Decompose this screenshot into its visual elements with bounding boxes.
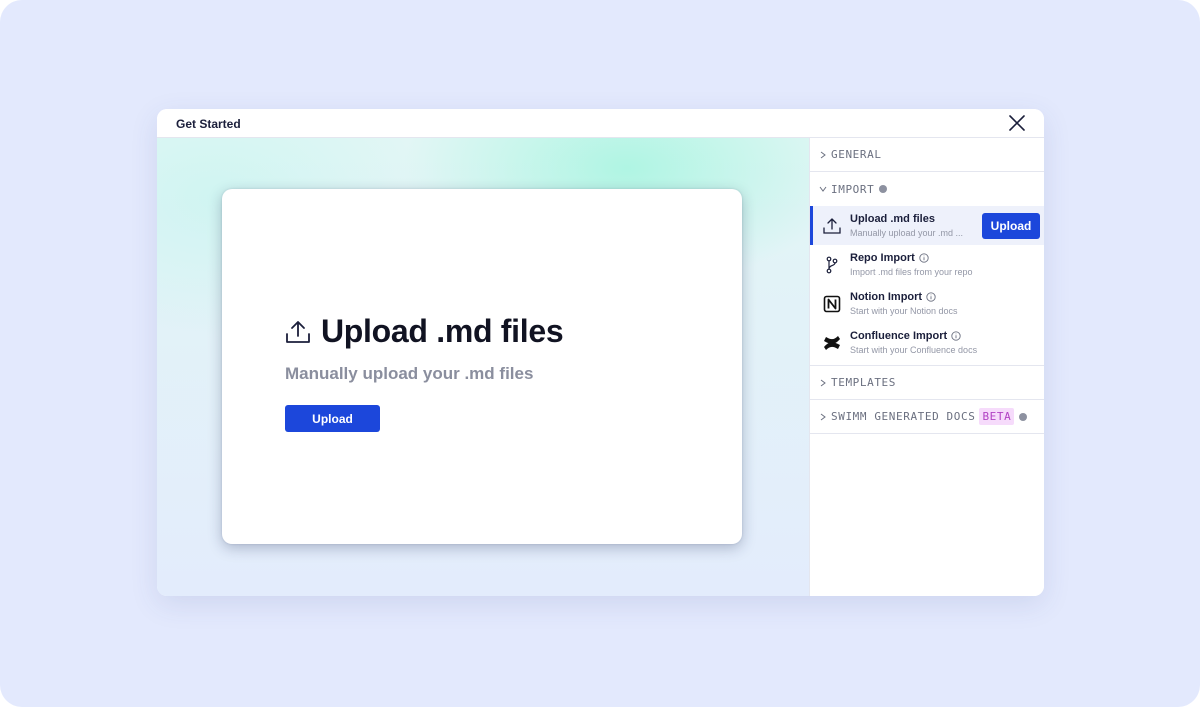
- import-item-upload[interactable]: Upload .md files Manually upload your .m…: [810, 206, 1044, 245]
- sidebar-upload-button[interactable]: Upload: [982, 213, 1040, 239]
- section-import[interactable]: IMPORT: [810, 172, 1044, 206]
- preview-title: Upload .md files: [284, 313, 564, 350]
- section-general-label: GENERAL: [831, 148, 882, 161]
- section-templates[interactable]: TEMPLATES: [810, 366, 1044, 400]
- preview-title-text: Upload .md files: [321, 313, 564, 349]
- info-icon[interactable]: [919, 253, 929, 263]
- preview-card: Upload .md files Manually upload your .m…: [222, 189, 742, 544]
- chevron-down-icon: [819, 186, 827, 192]
- confluence-icon: [824, 335, 840, 350]
- import-item-desc: Start with your Confluence docs: [850, 345, 978, 355]
- section-swimm-label: SWIMM GENERATED DOCS: [831, 410, 976, 423]
- import-item-repo[interactable]: Repo Import Import .md files from your r…: [810, 245, 1044, 284]
- repo-import-title: Repo Import: [850, 252, 915, 264]
- import-list: Upload .md files Manually upload your .m…: [810, 206, 1044, 366]
- section-import-label: IMPORT: [831, 182, 875, 196]
- git-branch-icon: [826, 256, 838, 273]
- upload-button[interactable]: Upload: [285, 405, 380, 432]
- preview-subtitle: Manually upload your .md files: [285, 364, 534, 383]
- import-item-title: Repo Import: [850, 252, 973, 264]
- import-item-desc: Manually upload your .md ...: [850, 228, 964, 238]
- chevron-right-icon: [820, 151, 826, 158]
- chevron-right-icon: [820, 379, 826, 386]
- modal-title: Get Started: [176, 117, 241, 131]
- import-item-title: Confluence Import: [850, 330, 977, 342]
- modal-header: Get Started: [157, 109, 1044, 138]
- chevron-right-icon: [820, 413, 826, 420]
- import-item-title: Upload .md files: [850, 213, 935, 225]
- section-templates-label: TEMPLATES: [831, 376, 897, 389]
- import-item-notion[interactable]: Notion Import Start with your Notion doc…: [810, 284, 1044, 323]
- preview-pane: Upload .md files Manually upload your .m…: [157, 138, 809, 596]
- beta-badge: BETA: [979, 408, 1015, 425]
- sidebar: GENERAL IMPORT Upload .md files Manually…: [809, 138, 1044, 596]
- confluence-import-title: Confluence Import: [850, 330, 948, 342]
- section-swimm-generated-docs[interactable]: SWIMM GENERATED DOCS BETA: [810, 400, 1044, 434]
- import-item-desc: Start with your Notion docs: [850, 306, 958, 316]
- import-item-desc: Import .md files from your repo: [850, 267, 973, 277]
- import-item-title: Notion Import: [850, 291, 958, 303]
- notion-icon: [823, 295, 841, 312]
- upload-icon: [286, 320, 310, 343]
- close-icon[interactable]: [1008, 114, 1026, 132]
- status-dot: [879, 185, 888, 193]
- get-started-modal: Get Started Upload .md files Manually up…: [157, 109, 1044, 596]
- section-general[interactable]: GENERAL: [810, 138, 1044, 172]
- status-dot: [1019, 412, 1028, 421]
- info-icon[interactable]: [926, 292, 936, 302]
- import-item-confluence[interactable]: Confluence Import Start with your Conflu…: [810, 323, 1044, 362]
- notion-import-title: Notion Import: [850, 291, 923, 303]
- info-icon[interactable]: [951, 331, 961, 341]
- upload-icon: [823, 217, 841, 234]
